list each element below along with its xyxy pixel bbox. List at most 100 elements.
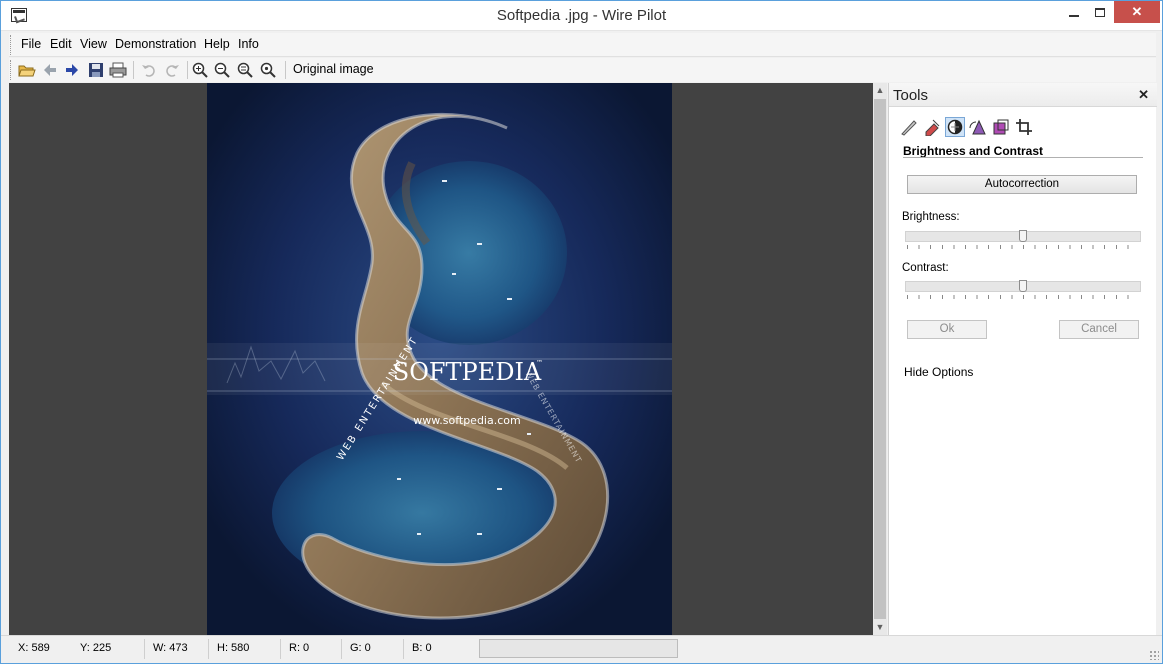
scroll-down-arrow-icon[interactable]: ▼ bbox=[873, 620, 887, 634]
minimize-button[interactable] bbox=[1061, 1, 1087, 23]
tool-rotate[interactable] bbox=[968, 117, 988, 137]
contrast-label: Contrast: bbox=[902, 262, 949, 274]
tools-panel-title: Tools bbox=[893, 87, 929, 104]
forward-button[interactable] bbox=[63, 61, 81, 79]
eraser-icon bbox=[925, 119, 940, 136]
menu-demonstration[interactable]: Demonstration bbox=[115, 37, 196, 51]
close-button[interactable]: ✕ bbox=[1114, 1, 1160, 23]
section-title: Brightness and Contrast bbox=[903, 144, 1044, 158]
watermark-url: www.softpedia.com bbox=[413, 414, 520, 427]
pencil-icon bbox=[901, 120, 917, 136]
section-divider bbox=[903, 157, 1143, 158]
zoom-in-icon bbox=[192, 62, 208, 78]
tool-eraser[interactable] bbox=[922, 117, 942, 137]
zoom-out-icon bbox=[214, 62, 230, 78]
scrollbar-thumb[interactable] bbox=[874, 99, 886, 619]
zoom-fit-icon bbox=[237, 62, 253, 78]
zoom-actual-button[interactable] bbox=[259, 61, 277, 79]
undo-icon bbox=[142, 65, 155, 77]
menu-bar: File Edit View Demonstration Help Info bbox=[9, 33, 1156, 57]
resize-grip-icon[interactable] bbox=[1149, 650, 1159, 660]
status-width: W: 473 bbox=[153, 642, 188, 654]
menubar-grip[interactable] bbox=[10, 35, 13, 55]
status-x: X: 589 bbox=[18, 642, 50, 654]
toolbar-separator bbox=[285, 61, 286, 79]
contrast-slider-ticks bbox=[907, 295, 1139, 299]
image-canvas[interactable]: SOFTPEDIA ™ www.softpedia.com WEB ENTERT… bbox=[9, 83, 873, 635]
ok-button[interactable]: Ok bbox=[907, 320, 987, 339]
close-icon: ✕ bbox=[1131, 4, 1143, 19]
arrow-right-icon bbox=[66, 64, 78, 76]
zoom-fit-button[interactable] bbox=[236, 61, 254, 79]
save-button[interactable] bbox=[87, 61, 105, 79]
toolbar-grip[interactable] bbox=[10, 60, 13, 80]
resize-icon bbox=[993, 119, 1009, 135]
tool-pencil[interactable] bbox=[899, 117, 919, 137]
tool-resize[interactable] bbox=[991, 117, 1011, 137]
arrow-left-icon bbox=[44, 64, 56, 76]
status-separator bbox=[341, 639, 342, 659]
open-folder-icon bbox=[18, 65, 36, 77]
watermark-title: SOFTPEDIA bbox=[393, 358, 542, 386]
tool-crop[interactable] bbox=[1014, 117, 1034, 137]
maximize-button[interactable] bbox=[1087, 1, 1113, 23]
status-red: R: 0 bbox=[289, 642, 310, 654]
printer-icon bbox=[109, 62, 127, 78]
hide-options-link[interactable]: Hide Options bbox=[904, 365, 973, 379]
menu-help[interactable]: Help bbox=[204, 37, 230, 51]
menu-info[interactable]: Info bbox=[238, 37, 259, 51]
window-title: Softpedia .jpg - Wire Pilot bbox=[496, 7, 667, 24]
cancel-button[interactable]: Cancel bbox=[1059, 320, 1139, 339]
undo-button[interactable] bbox=[140, 61, 158, 79]
crop-icon bbox=[1016, 119, 1032, 135]
save-icon bbox=[89, 63, 103, 77]
minimize-icon bbox=[1069, 14, 1079, 17]
maximize-icon bbox=[1095, 8, 1105, 18]
title-bar[interactable]: Softpedia .jpg - Wire Pilot ✕ bbox=[1, 1, 1162, 31]
tools-panel: Tools ✕ Brightness and Contrast Autocorr… bbox=[888, 83, 1157, 635]
status-y: Y: 225 bbox=[80, 642, 112, 654]
tools-close-icon[interactable]: ✕ bbox=[1138, 87, 1149, 103]
toolbar: Original image bbox=[9, 58, 1156, 82]
open-button[interactable] bbox=[18, 61, 36, 79]
back-button[interactable] bbox=[41, 61, 59, 79]
print-button[interactable] bbox=[109, 61, 127, 79]
brightness-slider-thumb[interactable] bbox=[1019, 230, 1027, 242]
contrast-slider[interactable] bbox=[905, 280, 1141, 305]
menu-edit[interactable]: Edit bbox=[50, 37, 72, 51]
scroll-up-arrow-icon[interactable]: ▲ bbox=[873, 83, 887, 97]
autocorrection-button[interactable]: Autocorrection bbox=[907, 175, 1137, 194]
brightness-slider-ticks bbox=[907, 245, 1139, 249]
app-window: Softpedia .jpg - Wire Pilot ✕ File Edit … bbox=[0, 0, 1163, 664]
zoom-actual-icon bbox=[260, 62, 276, 78]
island-photo: SOFTPEDIA ™ www.softpedia.com WEB ENTERT… bbox=[207, 83, 672, 635]
toolbar-separator bbox=[187, 61, 188, 79]
status-separator bbox=[403, 639, 404, 659]
status-green: G: 0 bbox=[350, 642, 371, 654]
zoom-out-button[interactable] bbox=[213, 61, 231, 79]
status-separator bbox=[208, 639, 209, 659]
zoom-in-button[interactable] bbox=[191, 61, 209, 79]
menu-file[interactable]: File bbox=[21, 37, 41, 51]
brightness-contrast-icon bbox=[947, 119, 963, 135]
status-bar: X: 589 Y: 225 W: 473 H: 580 R: 0 G: 0 B:… bbox=[1, 635, 1162, 663]
brightness-label: Brightness: bbox=[902, 211, 960, 223]
tools-panel-header: Tools ✕ bbox=[889, 83, 1157, 107]
status-separator bbox=[144, 639, 145, 659]
menu-view[interactable]: View bbox=[80, 37, 107, 51]
status-blue: B: 0 bbox=[412, 642, 432, 654]
status-separator bbox=[280, 639, 281, 659]
toolbar-separator bbox=[133, 61, 134, 79]
redo-button[interactable] bbox=[163, 61, 181, 79]
displayed-image: SOFTPEDIA ™ www.softpedia.com WEB ENTERT… bbox=[207, 83, 672, 635]
tool-brightness-contrast[interactable] bbox=[945, 117, 965, 137]
redo-icon bbox=[166, 65, 179, 77]
brightness-slider[interactable] bbox=[905, 230, 1141, 255]
watermark-trademark: ™ bbox=[536, 359, 543, 367]
original-image-button[interactable]: Original image bbox=[293, 62, 374, 76]
status-progress-bar bbox=[479, 639, 678, 658]
rotate-triangle-icon bbox=[969, 119, 986, 135]
contrast-slider-thumb[interactable] bbox=[1019, 280, 1027, 292]
status-height: H: 580 bbox=[217, 642, 250, 654]
canvas-vertical-scrollbar[interactable]: ▲ ▼ bbox=[873, 83, 887, 635]
